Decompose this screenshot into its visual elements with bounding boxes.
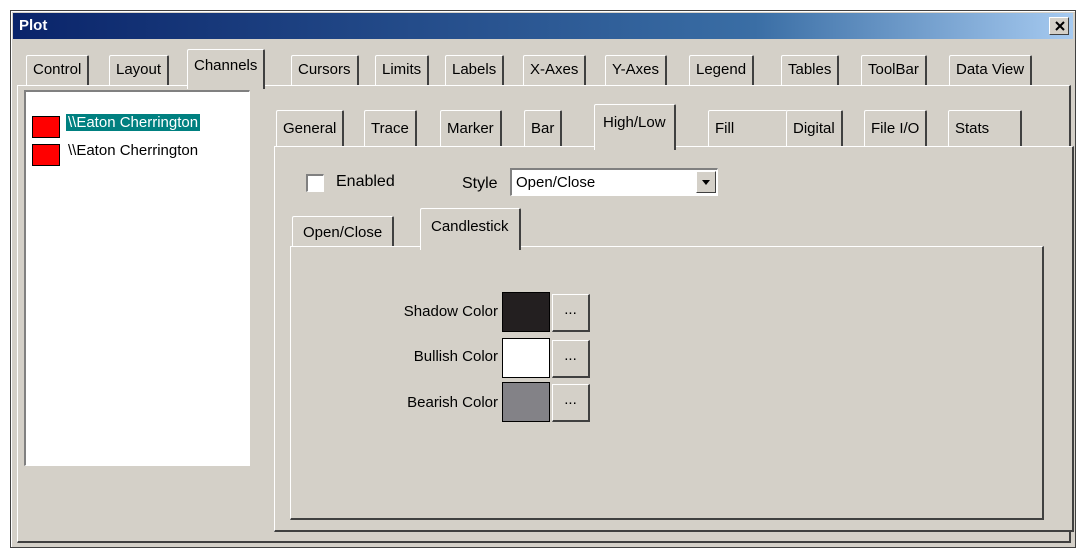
- tab-trace[interactable]: Trace: [364, 110, 417, 146]
- tab-general[interactable]: General: [276, 110, 345, 146]
- style-label: Style: [462, 175, 498, 192]
- bearish-color-label: Bearish Color: [407, 394, 498, 411]
- candlestick-panel: [290, 246, 1044, 520]
- tab-marker[interactable]: Marker: [440, 110, 502, 146]
- enabled-label: Enabled: [336, 173, 395, 190]
- tab-fill[interactable]: Fill: [708, 110, 788, 146]
- tab-open-close[interactable]: Open/Close: [292, 216, 395, 248]
- tab-bar[interactable]: Bar: [524, 110, 563, 146]
- style-value: Open/Close: [516, 174, 596, 191]
- shadow-color-picker-button[interactable]: ...: [552, 294, 590, 332]
- chevron-down-icon: [702, 180, 710, 185]
- shadow-color-swatch[interactable]: [502, 292, 550, 332]
- tab-candlestick[interactable]: Candlestick: [420, 208, 521, 250]
- tab-digital[interactable]: Digital: [786, 110, 843, 146]
- bullish-color-swatch[interactable]: [502, 338, 550, 378]
- enabled-checkbox[interactable]: [306, 174, 324, 192]
- bearish-color-picker-button[interactable]: ...: [552, 384, 590, 422]
- tab-file-io[interactable]: File I/O: [864, 110, 928, 146]
- bearish-color-swatch[interactable]: [502, 382, 550, 422]
- style-select[interactable]: Open/Close: [510, 168, 718, 196]
- bullish-color-picker-button[interactable]: ...: [552, 340, 590, 378]
- tab-high-low[interactable]: High/Low: [594, 104, 676, 150]
- shadow-color-label: Shadow Color: [403, 303, 498, 320]
- dropdown-button[interactable]: [696, 171, 716, 193]
- bullish-color-label: Bullish Color: [413, 348, 498, 365]
- tab-stats[interactable]: Stats: [948, 110, 1022, 146]
